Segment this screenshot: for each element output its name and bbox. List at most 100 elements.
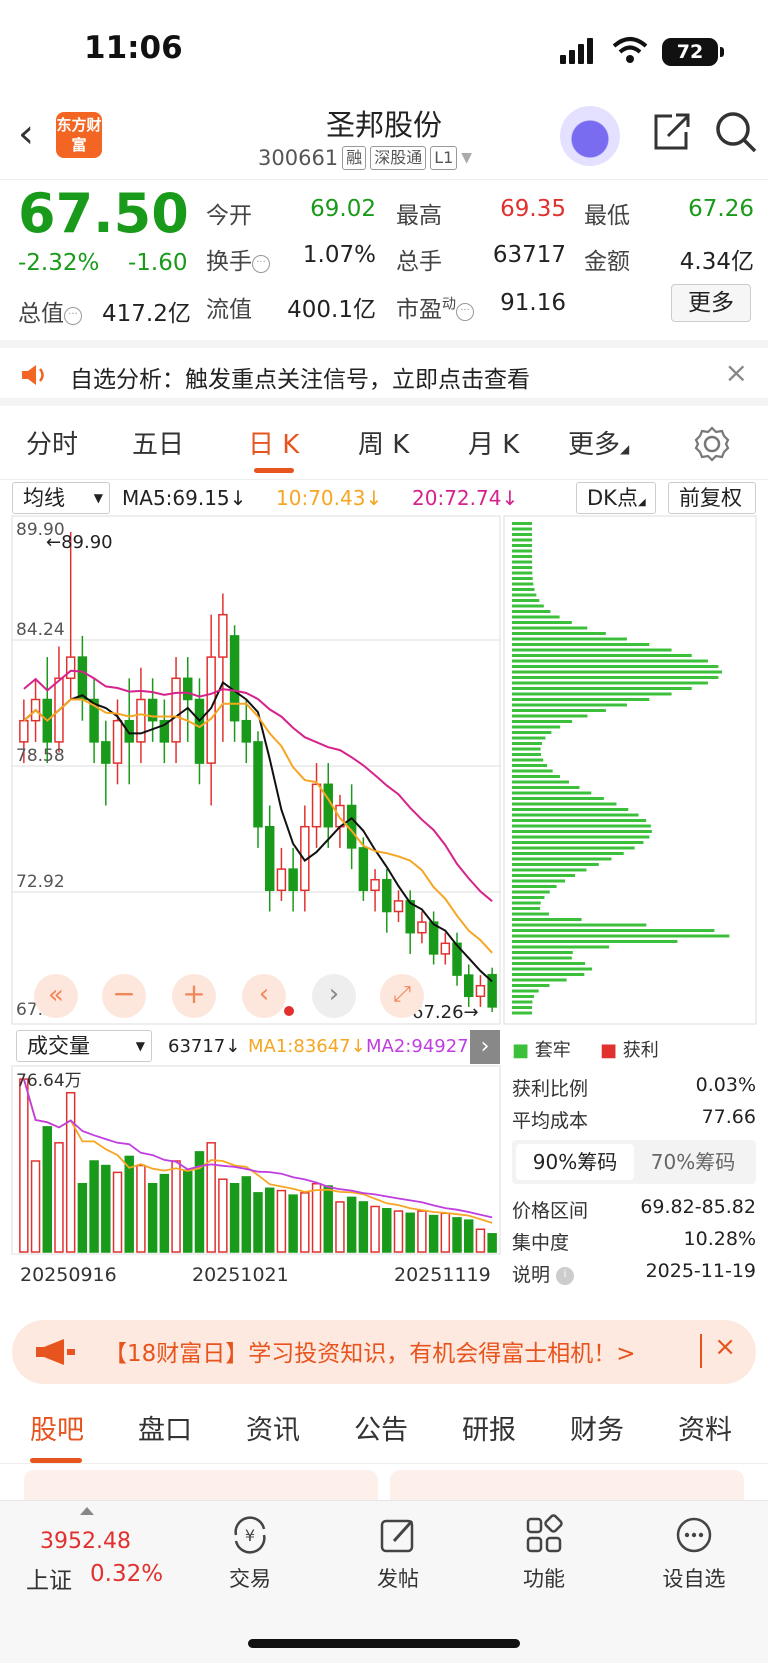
candle-body: [194, 698, 205, 764]
volume-bar: [475, 1228, 486, 1253]
chip-bar: [512, 824, 651, 828]
chip-bar: [512, 643, 650, 646]
volume-bar: [159, 1173, 170, 1253]
indicator-select[interactable]: 均线 ▼: [12, 482, 110, 514]
chip-bar: [512, 747, 541, 751]
chip-bar: [512, 676, 719, 679]
tab-intraday[interactable]: 分时: [26, 424, 78, 461]
chip-bar: [512, 945, 610, 949]
nav-functions[interactable]: 功能: [494, 1513, 594, 1593]
volume-bar: [300, 1192, 310, 1253]
date-label: 20251021: [192, 1264, 289, 1286]
notice-text: 自选分析：触发重点关注信号，立即点击查看: [70, 367, 530, 393]
tab-weekly-k[interactable]: 周 K: [358, 424, 409, 461]
nav-watchlist[interactable]: 设自选: [644, 1513, 744, 1593]
legend-hold: ■ 套牢: [512, 1040, 571, 1061]
home-indicator: [248, 1639, 520, 1648]
status-time: 11:06: [84, 30, 183, 66]
dk-point-select[interactable]: DK点◢: [576, 482, 656, 514]
candle-body: [112, 719, 123, 764]
chip-bar: [512, 1000, 533, 1004]
stock-code-row[interactable]: 300661 融 深股通 L1 ▼: [258, 146, 472, 170]
tab-more[interactable]: 更多◢: [568, 424, 629, 461]
chip-bar: [512, 791, 592, 795]
chip-bar: [512, 967, 593, 971]
chip-bar: [512, 989, 539, 993]
chip-bar: [512, 764, 548, 767]
chip-bar: [512, 522, 533, 525]
open-label: 今开: [206, 203, 252, 229]
chip-bar: [512, 648, 672, 652]
candle-body: [428, 921, 439, 955]
amount-label: 金额: [584, 249, 630, 275]
chip-bar: [512, 758, 544, 762]
notice-banner[interactable]: 自选分析：触发重点关注信号，立即点击查看 ×: [0, 340, 768, 406]
chip-bar: [512, 984, 550, 987]
chip-bar: [512, 549, 533, 553]
tab-announcements[interactable]: 公告: [354, 1408, 408, 1447]
tab-forum[interactable]: 股吧: [30, 1408, 84, 1447]
section-tabs: 股吧 盘口 资讯 公告 研报 财务 资料: [0, 1394, 768, 1464]
chip-bar: [512, 527, 533, 531]
zoom-out-icon[interactable]: −: [102, 974, 146, 1018]
chip-bar: [512, 681, 708, 685]
volume-bar: [370, 1205, 380, 1253]
price-tick-label: 72.92: [16, 872, 65, 892]
note-row[interactable]: 说明 i 2025-11-19: [512, 1260, 756, 1287]
chip-bar: [512, 868, 587, 872]
close-icon[interactable]: ×: [714, 1332, 736, 1362]
volume-bar: [101, 1164, 111, 1253]
chip-bar: [512, 973, 585, 976]
chip-bar: [512, 621, 572, 624]
volume-ma2: MA2:94927↓: [366, 1036, 470, 1057]
chip-bar: [512, 703, 627, 707]
fullscreen-icon[interactable]: ⤢: [380, 974, 424, 1018]
tab-chip-70[interactable]: 70%筹码: [634, 1144, 752, 1180]
high-label: 最高: [396, 203, 442, 229]
volume-value: 63717: [492, 242, 566, 268]
date-label: 20250916: [20, 1264, 117, 1286]
market-cap-value: 417.2亿: [102, 301, 191, 327]
tab-chip-90[interactable]: 90%筹码: [516, 1144, 634, 1180]
tab-monthly-k[interactable]: 月 K: [468, 424, 519, 461]
nav-trade[interactable]: ¥ 交易: [200, 1513, 300, 1593]
robot-assistant-icon[interactable]: [560, 106, 620, 166]
candle-body: [475, 984, 486, 998]
share-icon[interactable]: [650, 110, 692, 154]
chip-bar: [512, 890, 550, 894]
close-icon[interactable]: ×: [725, 356, 748, 389]
status-bar: 11:06 72: [0, 0, 768, 100]
volume-bar: [335, 1201, 345, 1253]
tab-daily-k[interactable]: 日 K: [248, 424, 299, 461]
nav-post[interactable]: 发帖: [348, 1513, 448, 1593]
candle-body: [42, 698, 52, 743]
tab-research[interactable]: 研报: [462, 1408, 516, 1447]
tab-news[interactable]: 资讯: [246, 1408, 300, 1447]
volume-indicator-select[interactable]: 成交量 ▼: [16, 1030, 152, 1062]
volume-bar: [464, 1219, 474, 1253]
adjust-select[interactable]: 前复权: [668, 482, 756, 514]
promo-banner[interactable]: 【18财富日】学习投资知识，有机会得富士相机！> ×: [12, 1320, 756, 1384]
candle-body: [311, 783, 322, 828]
volume-bar: [311, 1183, 322, 1253]
tab-profile[interactable]: 资料: [678, 1408, 732, 1447]
chevron-right-icon[interactable]: ›: [470, 1030, 500, 1064]
chip-bar: [512, 978, 567, 982]
index-value[interactable]: 3952.48: [40, 1529, 131, 1554]
legend-profit: ■ 获利: [600, 1040, 659, 1061]
candle-body: [171, 677, 181, 743]
scroll-left-icon[interactable]: «: [34, 974, 78, 1018]
ma20-line: [23, 669, 493, 902]
zoom-in-icon[interactable]: +: [172, 974, 216, 1018]
search-icon[interactable]: [714, 110, 758, 154]
chip-bar: [512, 533, 533, 536]
settings-gear-icon[interactable]: [694, 426, 730, 462]
tab-finance[interactable]: 财务: [570, 1408, 624, 1447]
tab-orderbook[interactable]: 盘口: [138, 1408, 192, 1447]
candle-body: [405, 900, 415, 934]
step-back-icon[interactable]: ‹: [242, 974, 286, 1018]
tab-five-day[interactable]: 五日: [132, 424, 184, 461]
more-button[interactable]: 更多: [671, 284, 751, 322]
step-forward-icon[interactable]: ›: [312, 974, 356, 1018]
candle-body: [393, 900, 404, 913]
